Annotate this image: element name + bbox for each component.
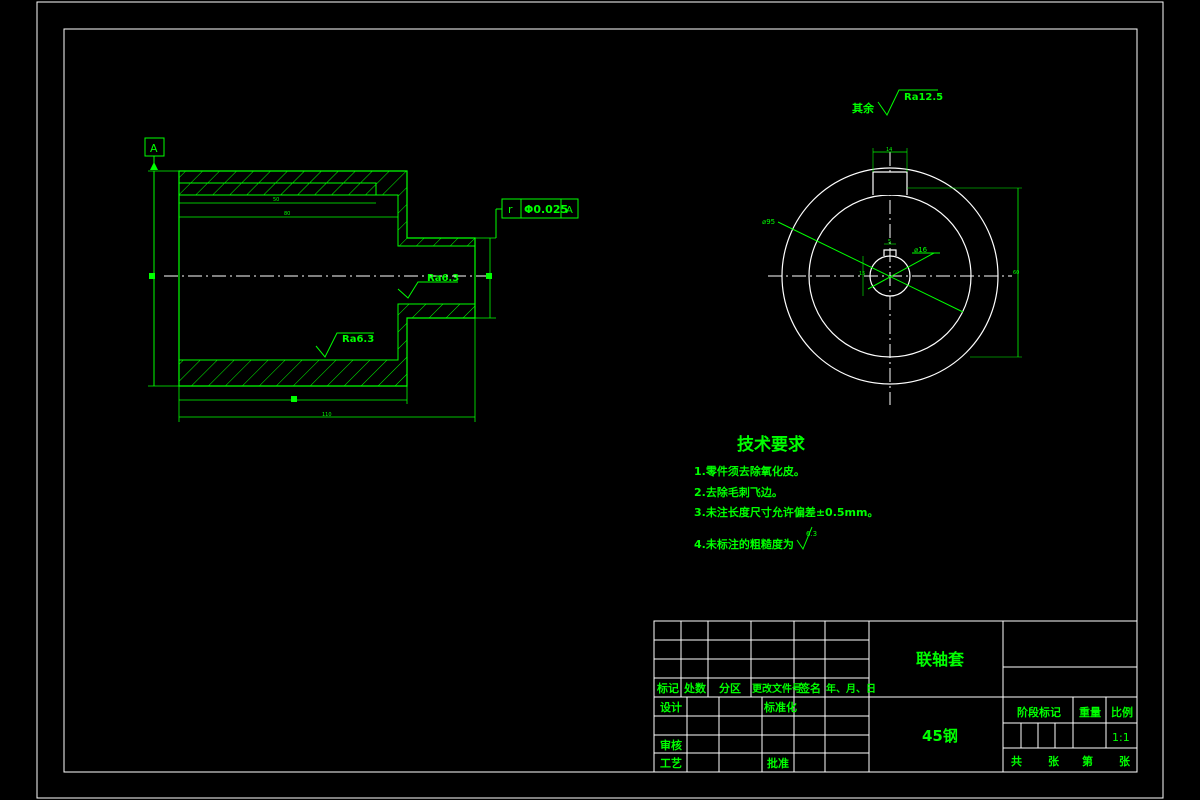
title-block: 标记 处数 分区 更改文件号 签名 年、月、日 设计 标准化 审核 工艺 批准 …: [653, 620, 1138, 773]
dim-small-hole: 15: [859, 271, 865, 277]
tech-roughness-value: 6.3: [806, 530, 817, 538]
roughness-small: Ra6.3: [427, 273, 459, 284]
tb-sheet-zhang2: 张: [1119, 754, 1131, 768]
surface-rest: 其余: [852, 101, 875, 115]
tb-standard: 标准化: [763, 700, 797, 714]
cad-drawing: A 50 80 110 r Φ0.025 A Ra6.3 Ra6.3 14 60…: [36, 1, 1164, 799]
dim-key-width: 14: [886, 147, 892, 153]
tech-requirements: 技术要求 1.零件须去除氧化皮。 2.去除毛刺飞边。 3.未注长度尺寸允许偏差±…: [694, 434, 878, 551]
tech-title: 技术要求: [737, 434, 805, 455]
tb-header-5: 年、月、日: [826, 682, 876, 695]
surface-rest-value: Ra12.5: [904, 92, 943, 103]
tb-sheet-zhang1: 张: [1048, 754, 1060, 768]
datum-label: A: [150, 142, 158, 155]
tolerance-datum: A: [566, 205, 573, 216]
end-view: 14 60 15 5 ⌀95 ⌀16 其余 Ra12.5: [762, 89, 1022, 405]
tb-header-1: 处数: [683, 681, 707, 695]
label-inner-circle: ⌀16: [914, 246, 928, 254]
tech-item-1: 1.零件须去除氧化皮。: [694, 464, 805, 478]
inner-border: [63, 28, 1138, 773]
tb-review: 审核: [660, 738, 682, 752]
dim-bore-depth: 80: [284, 211, 290, 217]
tech-item-4: 4.未标注的粗糙度为: [694, 537, 794, 551]
tb-approve: 批准: [767, 756, 789, 770]
tb-scale-value: 1:1: [1112, 731, 1130, 744]
tech-item-3: 3.未注长度尺寸允许偏差±0.5mm。: [694, 505, 878, 519]
tb-part-name: 联轴套: [916, 650, 965, 669]
tech-item-2: 2.去除毛刺飞边。: [694, 485, 783, 499]
tb-header-0: 标记: [656, 681, 679, 695]
dim-small-key: 5: [888, 239, 891, 245]
tb-design: 设计: [660, 700, 682, 714]
tb-stage-mark: 阶段标记: [1017, 705, 1061, 719]
tolerance-symbol: r: [508, 203, 513, 216]
tb-scale-label: 比例: [1111, 705, 1133, 719]
label-outer-circle: ⌀95: [762, 218, 775, 226]
roughness-large: Ra6.3: [342, 334, 374, 345]
tb-sheet-total: 共: [1011, 754, 1022, 768]
tb-header-3: 更改文件号: [752, 682, 802, 695]
tb-process: 工艺: [660, 756, 682, 770]
tb-material: 45钢: [922, 727, 958, 745]
dim-inner-top: 50: [273, 197, 279, 203]
tb-header-4: 签名: [798, 681, 821, 695]
section-view: A 50 80 110 r Φ0.025 A Ra6.3 Ra6.3: [144, 137, 579, 422]
tb-weight: 重量: [1079, 705, 1101, 719]
dim-outer: 60: [1013, 270, 1019, 276]
tb-sheet-di: 第: [1082, 754, 1093, 768]
tb-header-2: 分区: [719, 681, 741, 695]
tolerance-value: Φ0.025: [524, 203, 568, 216]
dim-overall: 110: [322, 412, 332, 418]
